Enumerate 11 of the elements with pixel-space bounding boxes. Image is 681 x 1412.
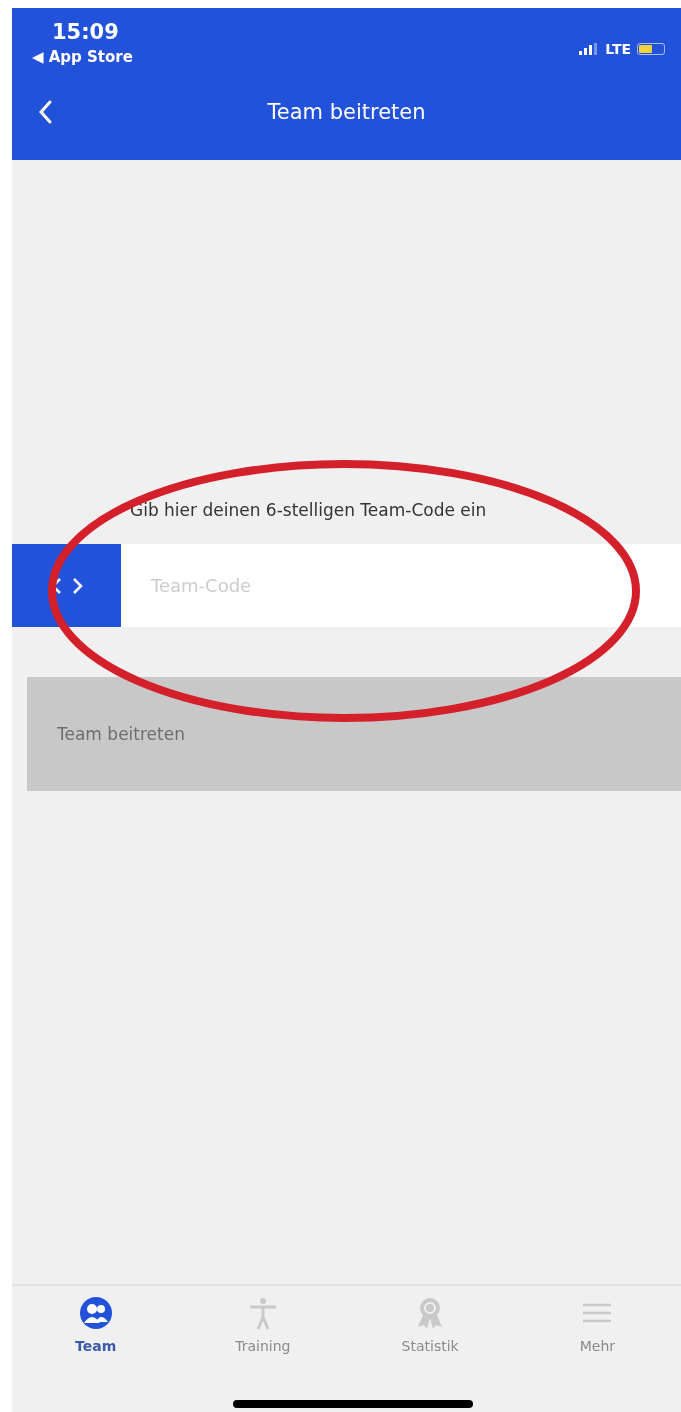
back-to-app-link[interactable]: ◀ App Store: [32, 48, 133, 66]
team-icon: [78, 1296, 113, 1330]
tab-bar-item[interactable]: Mehr: [513, 1286, 681, 1412]
battery-icon: [637, 43, 665, 55]
status-time: 15:09: [51, 20, 120, 44]
network-label: LTE: [605, 41, 631, 57]
signal-icon: [579, 43, 600, 55]
chevron-left-icon: [38, 100, 52, 124]
screen-title: Team beitreten: [267, 100, 426, 124]
tab-bar-item[interactable]: Training: [179, 1286, 347, 1412]
tab-bar-item[interactable]: Team: [12, 1286, 180, 1412]
